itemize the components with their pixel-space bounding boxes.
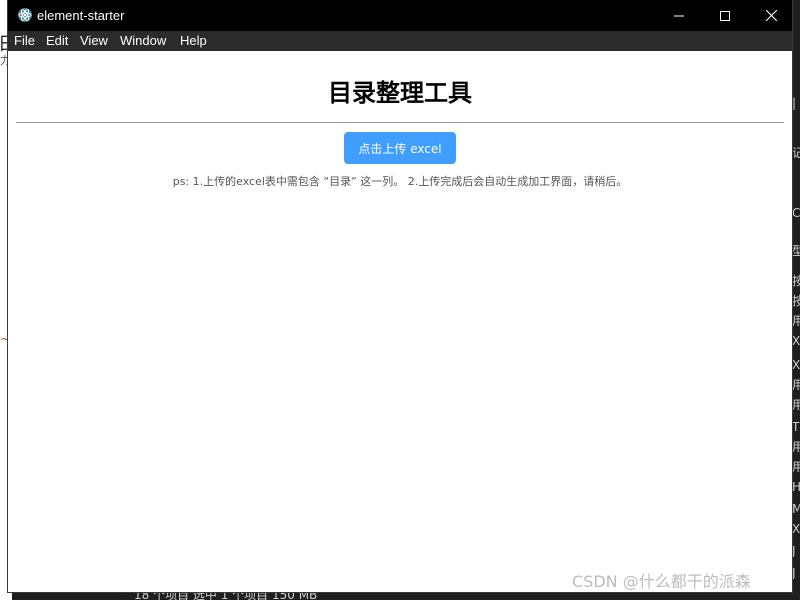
background-text-fragment: 用 (792, 460, 800, 474)
background-text-fragment: J (792, 566, 796, 580)
background-text-fragment: 用 (792, 314, 800, 328)
background-text-fragment: J (792, 544, 796, 558)
background-text-fragment: X (792, 522, 800, 536)
minimize-icon (674, 15, 684, 16)
maximize-icon (720, 10, 730, 21)
background-text-fragment: T (792, 420, 800, 434)
background-text-fragment: 用 (792, 398, 800, 412)
background-text-fragment: X (792, 358, 800, 372)
background-text-fragment: 记 (792, 146, 800, 160)
background-text-fragment: 用 (792, 440, 800, 454)
electron-icon (18, 8, 32, 22)
menu-help[interactable]: Help (180, 34, 207, 48)
background-text-fragment: 用 (792, 378, 800, 392)
watermark: CSDN @什么都干的派森 (572, 572, 751, 591)
background-text-fragment: 按 (792, 274, 800, 288)
close-button[interactable] (748, 0, 794, 31)
close-icon (765, 10, 777, 21)
background-status-text: 18 个项目 选中 1 个项目 150 MB (134, 592, 318, 600)
menu-window[interactable]: Window (120, 34, 166, 48)
background-text-fragment: 按 (792, 294, 800, 308)
background-text-fragment: | (792, 96, 797, 110)
background-text-fragment: X (792, 334, 800, 348)
menu-bar: File Edit View Window Help (8, 31, 792, 51)
background-status-bar: 18 个项目 选中 1 个项目 150 MB (120, 592, 800, 600)
background-text-fragment: H (792, 480, 800, 494)
background-window-right-edge: | 记 C 型 按 按 用 X X 用 用 T 用 用 H M X J J (792, 0, 800, 600)
title-bar[interactable]: element-starter (8, 0, 792, 31)
menu-view[interactable]: View (80, 34, 108, 48)
app-window: element-starter File Edit View Window He… (8, 0, 792, 592)
menu-file[interactable]: File (14, 34, 35, 48)
background-text-fragment: 型 (792, 244, 800, 258)
upload-excel-button[interactable]: 点击上传 excel (344, 132, 456, 164)
divider (16, 122, 784, 123)
page-title: 目录整理工具 (328, 79, 472, 107)
maximize-button[interactable] (702, 0, 748, 31)
instruction-note: ps: 1.上传的excel表中需包含 “目录” 这一列。 2.上传完成后会自动… (172, 175, 628, 188)
menu-edit[interactable]: Edit (46, 34, 68, 48)
background-text-fragment: C (792, 206, 800, 220)
main-content: 目录整理工具 点击上传 excel ps: 1.上传的excel表中需包含 “目… (8, 51, 792, 592)
window-title: element-starter (37, 8, 125, 23)
minimize-button[interactable] (656, 0, 702, 31)
background-text-fragment: M (792, 502, 800, 516)
